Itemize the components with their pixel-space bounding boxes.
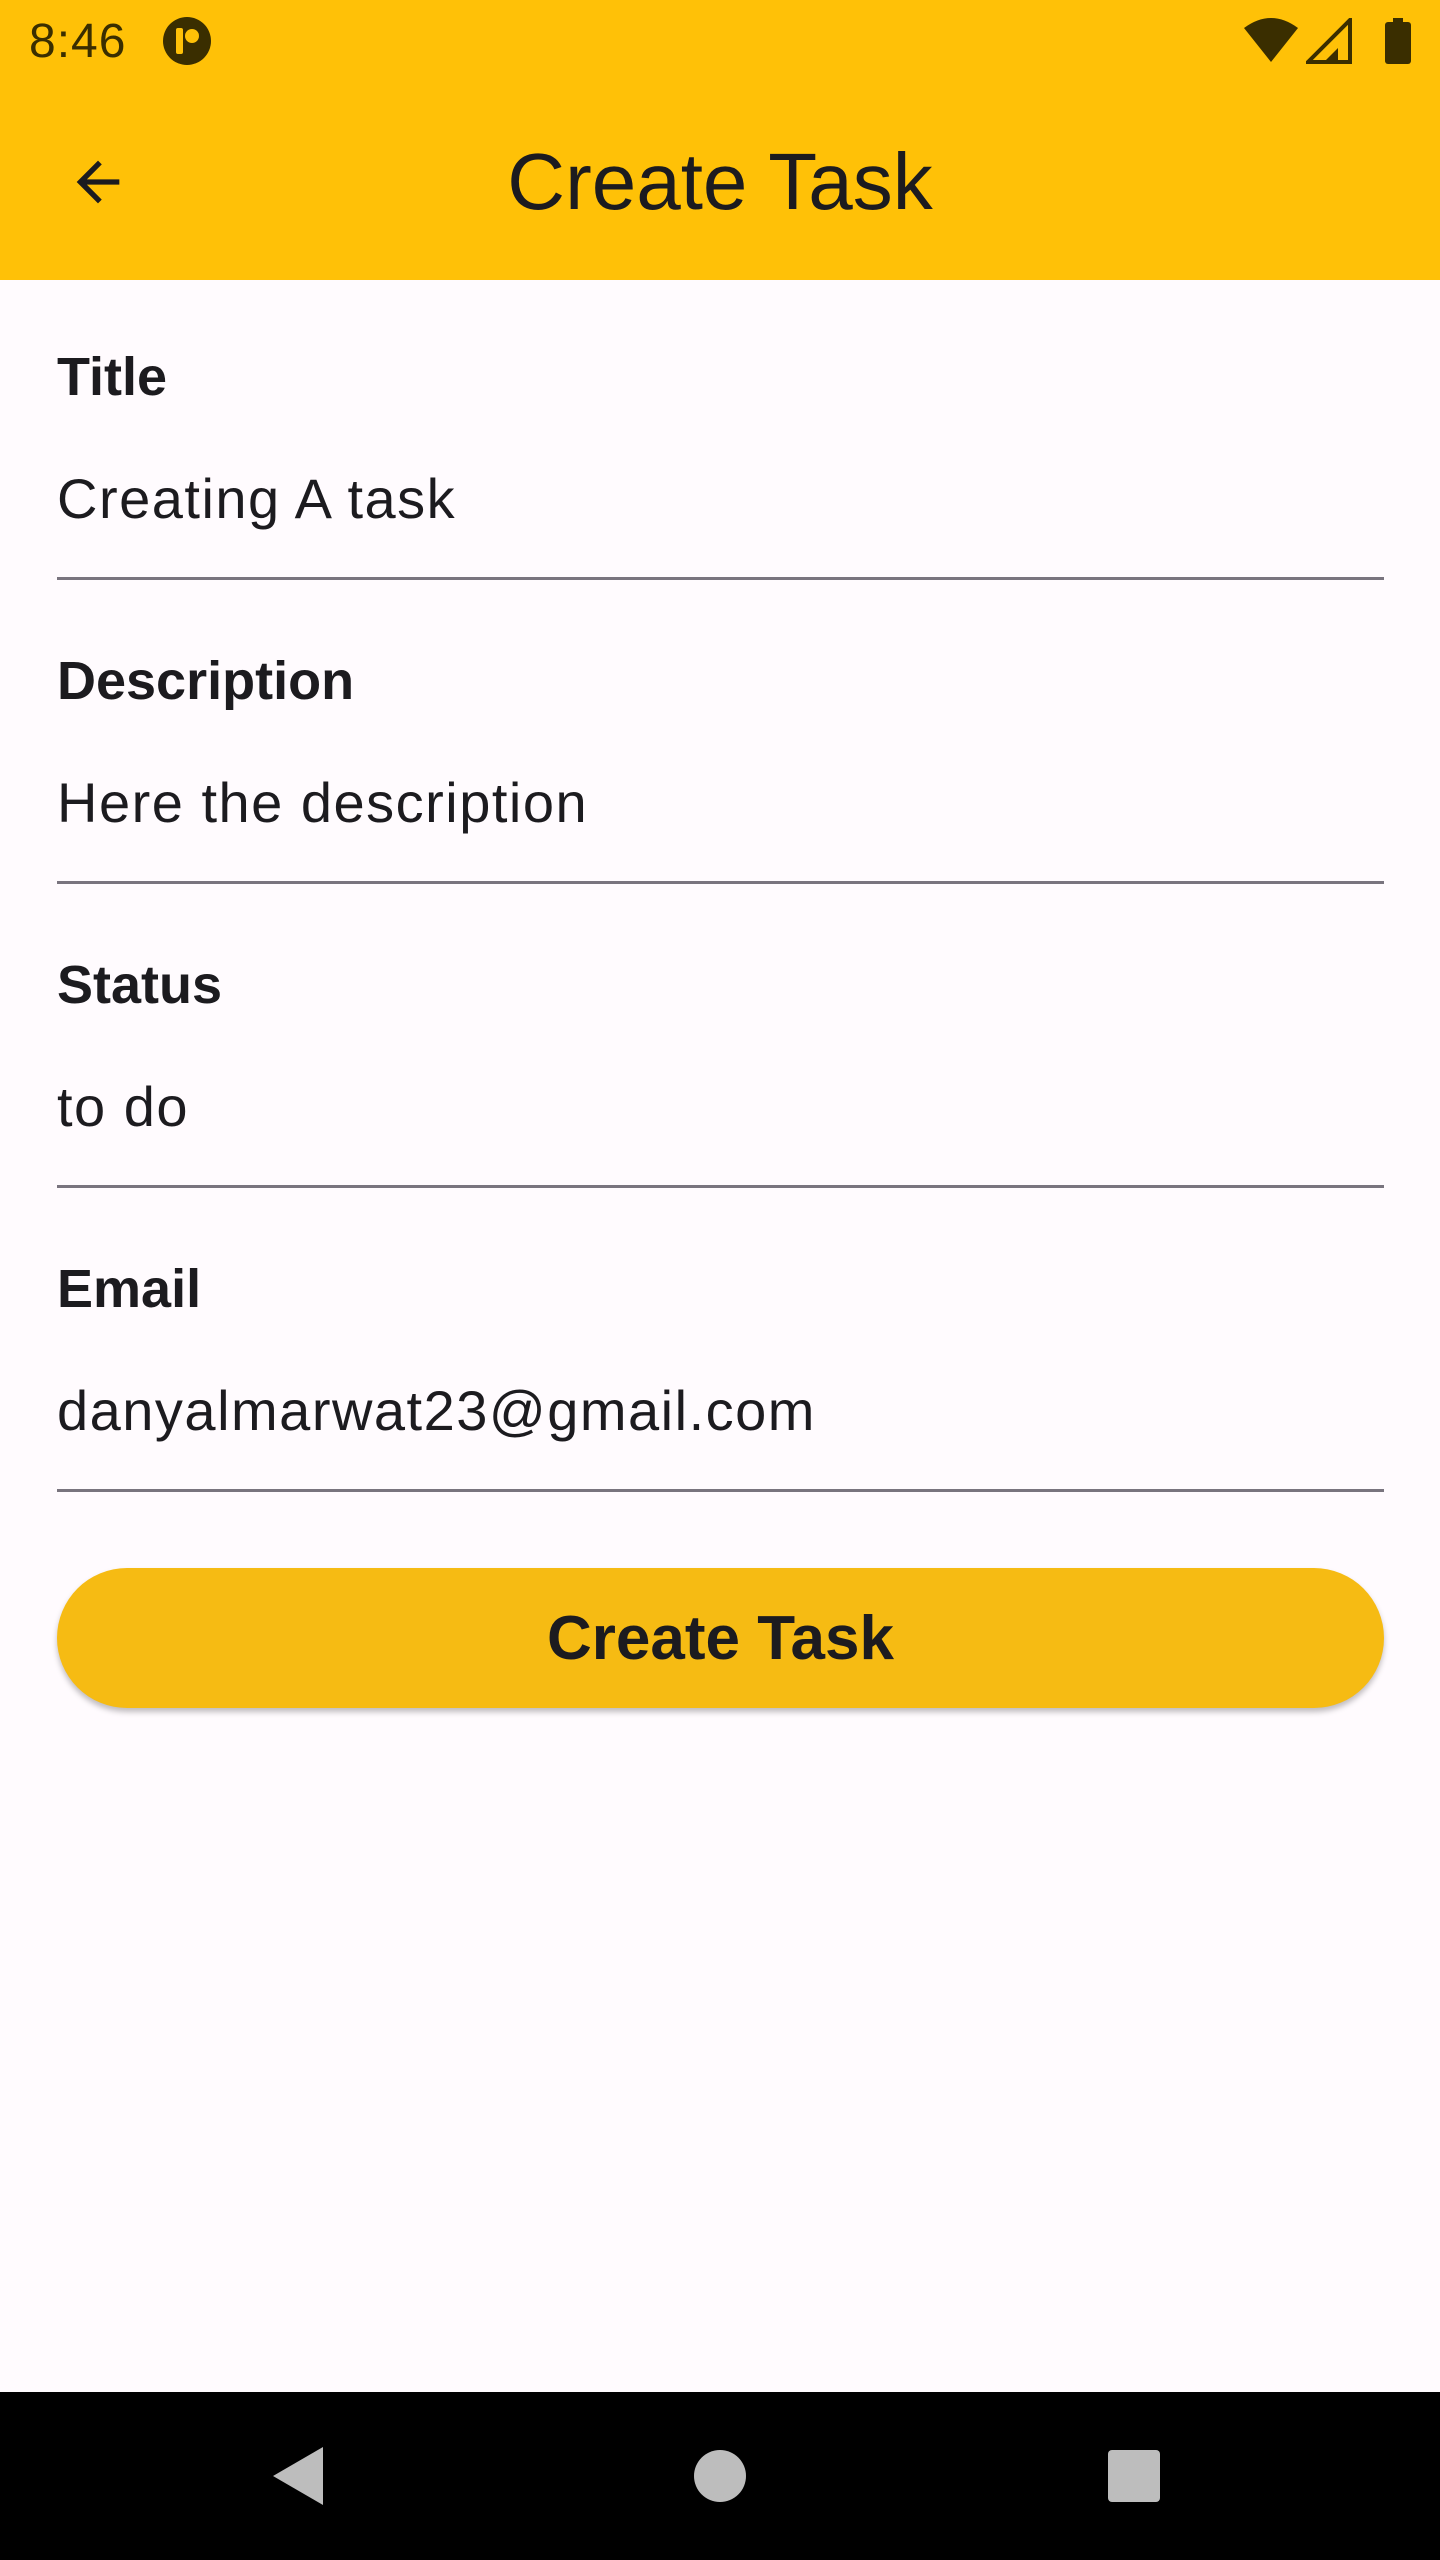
nav-home-button[interactable] <box>670 2426 770 2526</box>
back-triangle-icon <box>273 2447 323 2505</box>
battery-icon <box>1385 18 1411 64</box>
system-navigation-bar <box>0 2392 1440 2560</box>
page-title: Create Task <box>507 137 933 226</box>
title-field-group: Title <box>57 280 1384 584</box>
status-time: 8:46 <box>29 15 127 68</box>
app-notification-icon <box>162 16 212 66</box>
nav-recents-button[interactable] <box>1084 2426 1184 2526</box>
title-input[interactable] <box>57 460 1384 580</box>
description-label: Description <box>57 651 355 711</box>
email-input[interactable] <box>57 1372 1384 1492</box>
arrow-back-icon <box>76 160 120 204</box>
status-icons <box>1244 18 1414 66</box>
status-input[interactable] <box>57 1068 1384 1188</box>
app-bar: Create Task <box>0 84 1440 280</box>
status-field-group: Status <box>57 888 1384 1192</box>
back-button[interactable] <box>40 132 156 232</box>
home-circle-icon <box>694 2450 746 2502</box>
description-input[interactable] <box>57 764 1384 884</box>
cellular-signal-icon <box>1306 18 1352 64</box>
wifi-icon <box>1244 18 1298 62</box>
description-field-group: Description <box>57 584 1384 888</box>
email-field-group: Email <box>57 1192 1384 1496</box>
status-label: Status <box>57 955 223 1015</box>
recents-square-icon <box>1108 2450 1160 2502</box>
title-label: Title <box>57 347 168 407</box>
task-form: Title Description Status Email <box>57 280 1384 1496</box>
create-task-screen: 8:46 Create Task Title Creating A task D… <box>0 0 1440 2560</box>
status-bar: 8:46 <box>0 0 1440 84</box>
nav-back-button[interactable] <box>250 2426 350 2526</box>
create-task-button[interactable]: Create Task <box>57 1568 1384 1708</box>
email-label: Email <box>57 1259 202 1319</box>
